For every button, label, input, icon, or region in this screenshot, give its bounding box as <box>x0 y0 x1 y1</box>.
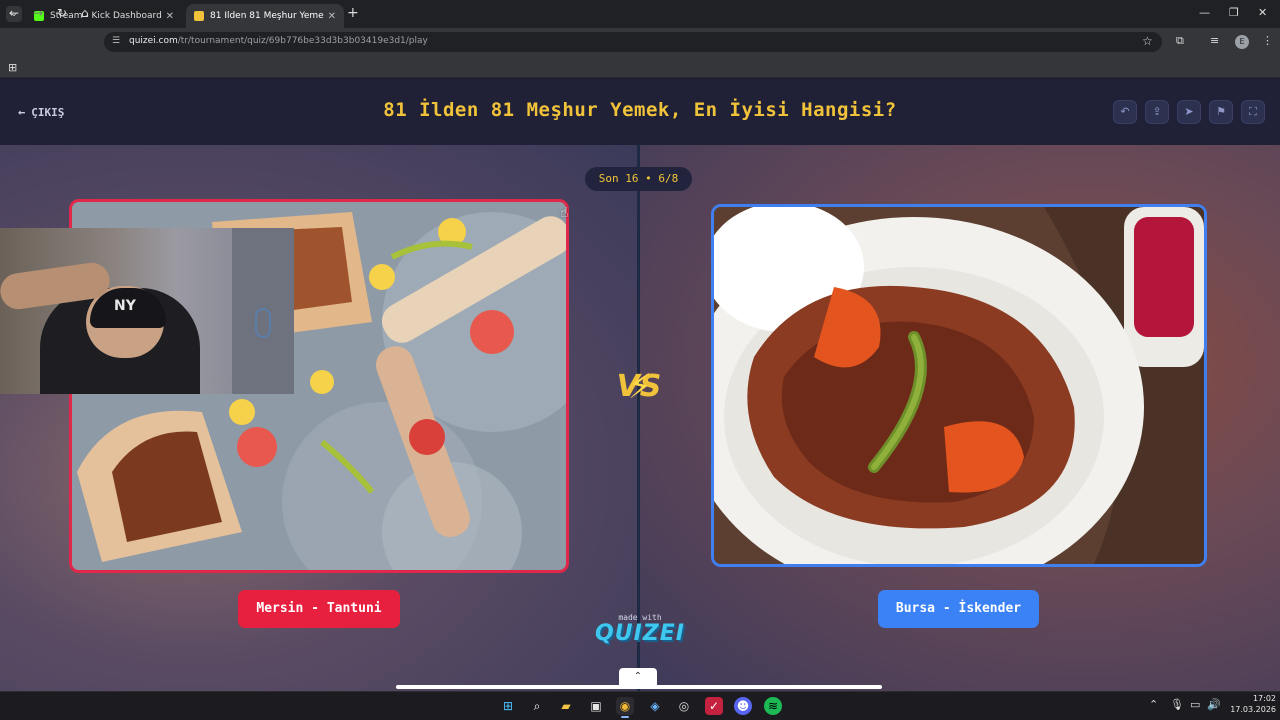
file-explorer-icon[interactable]: ▰ <box>557 697 575 715</box>
chrome-icon[interactable]: ◉ <box>616 697 634 715</box>
microphone-icon[interactable]: 🎙 <box>1170 698 1184 711</box>
bookmark-star-icon[interactable]: ☆ <box>1142 34 1153 48</box>
close-tab-icon[interactable]: ✕ <box>328 11 336 22</box>
flag-button[interactable]: ⚑ <box>1209 100 1233 124</box>
clock-date: 17.03.2026 <box>1230 705 1276 714</box>
store-icon[interactable]: ▣ <box>587 697 605 715</box>
quiz-header: ← ÇIKIŞ 81 İlden 81 Meşhur Yemek, En İyis… <box>0 79 1280 145</box>
undo-button[interactable]: ↶ <box>1113 100 1137 124</box>
reload-button[interactable]: ↻ <box>57 6 67 20</box>
minimize-icon[interactable]: — <box>1199 6 1210 19</box>
mouse-cursor-icon: ☝ <box>560 205 569 221</box>
quizei-favicon-icon <box>194 11 204 21</box>
obs-icon[interactable]: ◎ <box>675 697 693 715</box>
choice-button-left[interactable]: Mersin - Tantuni <box>238 590 400 628</box>
center-divider <box>637 145 640 691</box>
profile-avatar[interactable]: E <box>1235 35 1249 49</box>
choice-button-right[interactable]: Bursa - İskender <box>878 590 1039 628</box>
iskender-photo <box>714 207 1204 564</box>
spotify-icon[interactable]: ≋ <box>764 697 782 715</box>
site-info-icon[interactable]: ☰ <box>112 36 120 46</box>
system-clock[interactable]: 17:02 17.03.2026 <box>1224 693 1276 715</box>
home-button[interactable]: ⌂ <box>81 6 89 20</box>
clock-time: 17:02 <box>1252 694 1276 703</box>
chrome-active-indicator <box>621 716 629 718</box>
bookmarks-bar <box>0 56 1280 78</box>
lightning-icon: ⚡ <box>628 367 652 407</box>
windows-start-icon[interactable]: ⊞ <box>499 697 517 715</box>
tray-overflow-icon[interactable]: ⌃ <box>1149 698 1158 711</box>
app-icon-red[interactable]: ✓ <box>705 697 723 715</box>
tab-title: 81 İlden 81 Meşhur Yemek, En İ <box>210 11 324 21</box>
forward-button[interactable]: → <box>33 6 43 20</box>
volume-icon[interactable]: 🔊 <box>1207 698 1221 711</box>
network-icon[interactable]: ▭ <box>1190 698 1200 711</box>
exit-label: ÇIKIŞ <box>31 106 65 119</box>
extensions-puzzle-icon[interactable]: ⧉ <box>1176 34 1184 48</box>
search-icon[interactable]: ⌕ <box>528 697 546 715</box>
webcam-background-cable <box>255 308 271 338</box>
media-controls-icon[interactable]: ≡ <box>1210 34 1219 47</box>
right-choice-card[interactable] <box>711 204 1207 567</box>
share-button[interactable]: ⇪ <box>1145 100 1169 124</box>
arrow-left-icon: ← <box>18 105 26 119</box>
close-tab-icon[interactable]: ✕ <box>166 11 174 22</box>
fullscreen-button[interactable]: ⛶ <box>1241 100 1265 124</box>
discord-icon[interactable]: ☻ <box>734 697 752 715</box>
expand-up-button[interactable]: ⌃ <box>619 668 657 686</box>
exit-button[interactable]: ← ÇIKIŞ <box>18 105 64 119</box>
app-icon[interactable]: ◈ <box>646 697 664 715</box>
browser-menu-icon[interactable]: ⋮ <box>1262 34 1273 47</box>
webcam-overlay: NY <box>0 228 294 394</box>
restore-icon[interactable]: ❐ <box>1229 6 1239 19</box>
apps-grid-icon[interactable]: ⊞ <box>8 61 17 74</box>
tab-kick-dashboard[interactable]: Stream - Kick Dashboard ✕ <box>26 4 182 28</box>
url-text[interactable]: quizei.com/tr/tournament/quiz/69b776be33… <box>129 36 428 46</box>
round-badge: Son 16 • 6/8 <box>585 167 692 191</box>
windows-taskbar <box>0 691 1280 720</box>
new-tab-button[interactable]: + <box>347 6 359 20</box>
send-button[interactable]: ➤ <box>1177 100 1201 124</box>
versus-badge: VS ⚡ <box>606 359 672 415</box>
tab-quizei[interactable]: 81 İlden 81 Meşhur Yemek, En İ ✕ <box>186 4 344 28</box>
cap-logo: NY <box>114 298 136 314</box>
back-button[interactable]: ← <box>9 6 19 20</box>
close-window-icon[interactable]: ✕ <box>1258 6 1267 19</box>
made-with-quizei[interactable]: made with QUIZEI <box>590 613 690 646</box>
quizei-logo: QUIZEI <box>595 621 685 646</box>
quiz-title: 81 İlden 81 Meşhur Yemek, En İyisi Hangi… <box>383 99 897 121</box>
horizontal-scrollbar[interactable] <box>396 685 882 689</box>
